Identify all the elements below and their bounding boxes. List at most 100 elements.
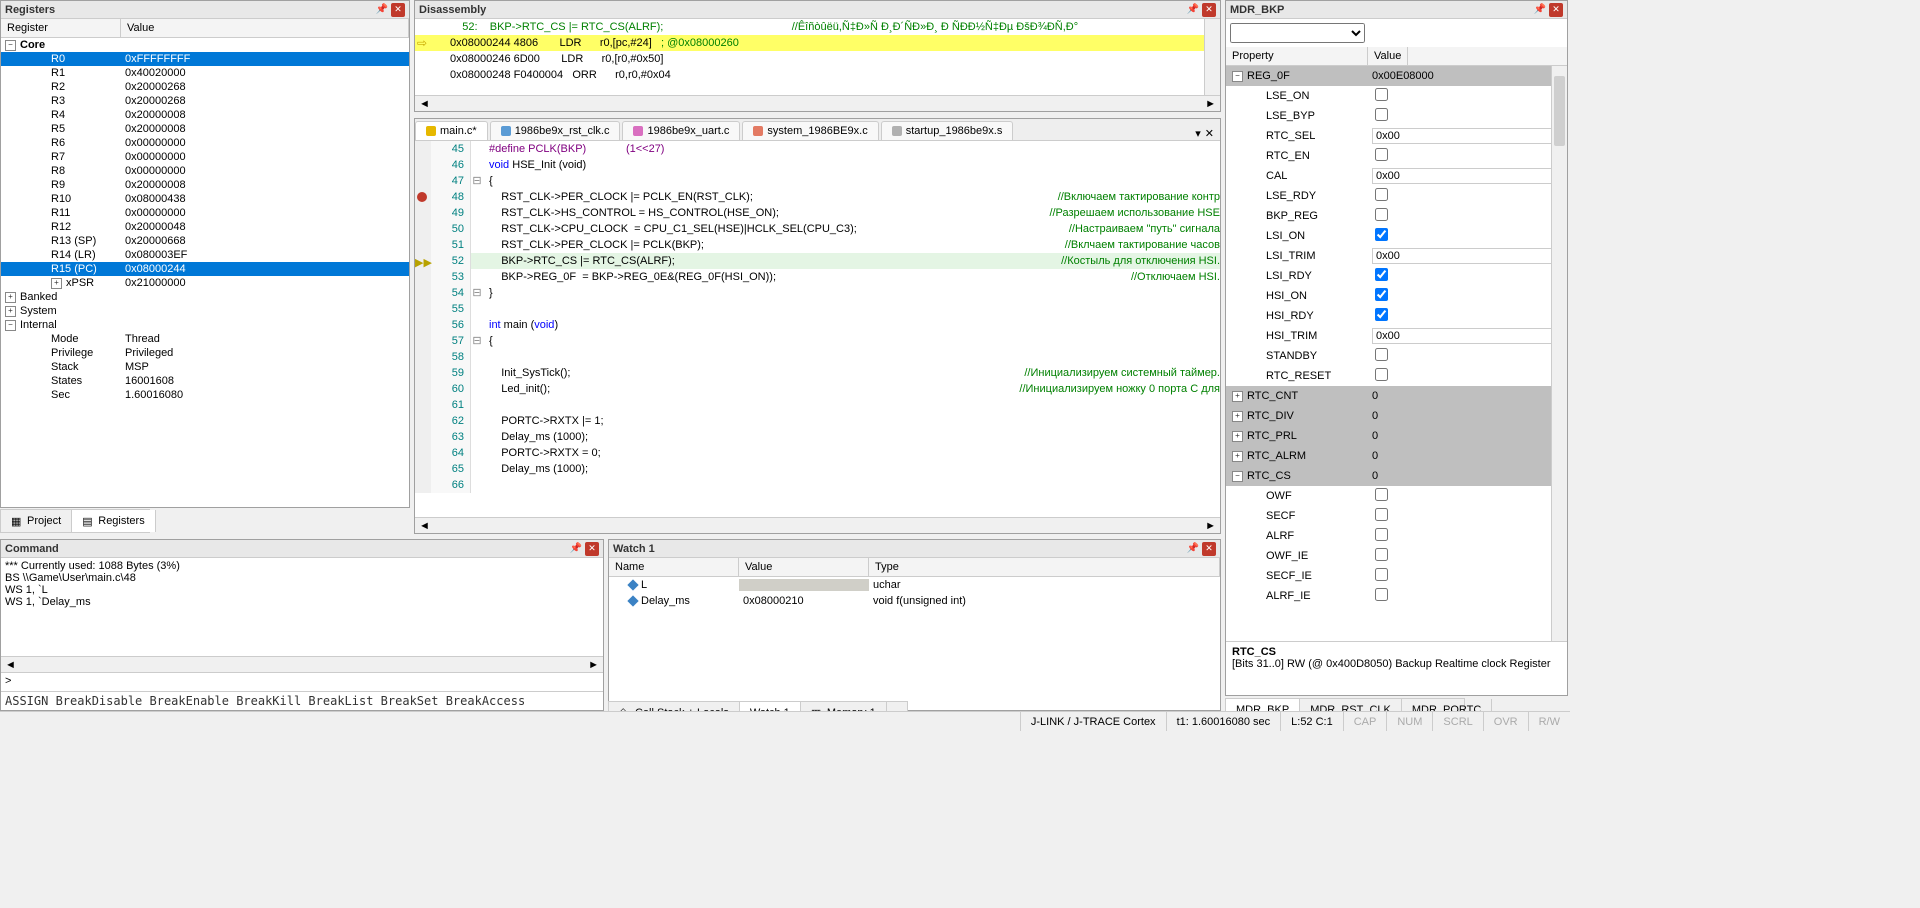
- mdr-value[interactable]: [1368, 168, 1567, 184]
- mdr-property[interactable]: SECF: [1226, 510, 1368, 522]
- mdr-value[interactable]: [1368, 288, 1567, 304]
- register-row[interactable]: + xPSR0x21000000: [1, 276, 409, 290]
- breakpoint-gutter[interactable]: [415, 269, 431, 285]
- toggle-icon[interactable]: −: [5, 320, 16, 331]
- register-value[interactable]: 0x20000008: [121, 109, 409, 121]
- close-icon[interactable]: ✕: [1549, 3, 1563, 17]
- mdrbkp-body[interactable]: − REG_0F0x00E08000LSE_ONLSE_BYPRTC_SELRT…: [1226, 66, 1567, 641]
- mdr-property[interactable]: LSI_ON: [1226, 230, 1368, 242]
- mdr-row[interactable]: SECF_IE: [1226, 566, 1567, 586]
- mdr-row[interactable]: RTC_EN: [1226, 146, 1567, 166]
- fold-gutter[interactable]: [471, 413, 483, 429]
- mdr-row[interactable]: LSE_BYP: [1226, 106, 1567, 126]
- tree-group-core[interactable]: −Core: [1, 39, 121, 51]
- mdr-row[interactable]: LSI_RDY: [1226, 266, 1567, 286]
- mdr-row[interactable]: + RTC_DIV0: [1226, 406, 1567, 426]
- fold-gutter[interactable]: [471, 397, 483, 413]
- disasm-line[interactable]: 0x08000248 F0400004 ORR r0,r0,#0x04: [415, 67, 1220, 83]
- fold-gutter[interactable]: [471, 477, 483, 493]
- code-line[interactable]: 59 Init_SysTick();//Инициализируем систе…: [415, 365, 1220, 381]
- register-name[interactable]: R13 (SP): [1, 235, 121, 247]
- code-line[interactable]: 47⊟{: [415, 173, 1220, 189]
- code-line[interactable]: 53 BKP->REG_0F = BKP->REG_0E&(REG_0F(HSI…: [415, 269, 1220, 285]
- register-row[interactable]: R90x20000008: [1, 178, 409, 192]
- register-name[interactable]: R2: [1, 81, 121, 93]
- register-value[interactable]: 0x20000268: [121, 81, 409, 93]
- breakpoint-gutter[interactable]: [415, 205, 431, 221]
- fold-gutter[interactable]: ⊟: [471, 333, 483, 349]
- watch-value[interactable]: 0x08000210: [739, 595, 869, 607]
- register-row[interactable]: R14 (LR)0x080003EF: [1, 248, 409, 262]
- col-register[interactable]: Register: [1, 19, 121, 37]
- mdr-property[interactable]: + RTC_CNT: [1226, 390, 1368, 402]
- register-row[interactable]: R30x20000268: [1, 94, 409, 108]
- mdr-property[interactable]: RTC_RESET: [1226, 370, 1368, 382]
- mdr-checkbox[interactable]: [1375, 548, 1388, 561]
- register-row[interactable]: R13 (SP)0x20000668: [1, 234, 409, 248]
- register-row[interactable]: R15 (PC)0x08000244: [1, 262, 409, 276]
- mdr-property[interactable]: HSI_TRIM: [1226, 330, 1368, 342]
- mdr-row[interactable]: + RTC_ALRM0: [1226, 446, 1567, 466]
- toggle-icon[interactable]: −: [1232, 471, 1243, 482]
- mdr-value[interactable]: [1368, 188, 1567, 204]
- col-value[interactable]: Value: [739, 558, 869, 576]
- close-icon[interactable]: ✕: [391, 3, 405, 17]
- mdrbkp-select[interactable]: [1230, 23, 1365, 43]
- register-value[interactable]: 0x20000048: [121, 221, 409, 233]
- register-value[interactable]: 0x20000668: [121, 235, 409, 247]
- tree-group[interactable]: − Internal: [1, 319, 121, 331]
- mdr-property[interactable]: + RTC_DIV: [1226, 410, 1368, 422]
- register-row[interactable]: R00xFFFFFFFF: [1, 52, 409, 66]
- code-line[interactable]: 50 RST_CLK->CPU_CLOCK = CPU_C1_SEL(HSE)|…: [415, 221, 1220, 237]
- mdr-property[interactable]: CAL: [1226, 170, 1368, 182]
- code-line[interactable]: 54⊟}: [415, 285, 1220, 301]
- register-name[interactable]: R15 (PC): [1, 263, 121, 275]
- breakpoint-gutter[interactable]: [415, 285, 431, 301]
- fold-gutter[interactable]: [471, 349, 483, 365]
- mdr-checkbox[interactable]: [1375, 88, 1388, 101]
- breakpoint-gutter[interactable]: [415, 445, 431, 461]
- pin-icon[interactable]: 📌: [569, 542, 583, 556]
- mdr-value[interactable]: [1368, 128, 1567, 144]
- col-name[interactable]: Name: [609, 558, 739, 576]
- mdr-value[interactable]: [1368, 208, 1567, 224]
- fold-gutter[interactable]: ⊟: [471, 285, 483, 301]
- fold-gutter[interactable]: [471, 253, 483, 269]
- mdr-row[interactable]: ALRF: [1226, 526, 1567, 546]
- register-value[interactable]: 0x00000000: [121, 137, 409, 149]
- tree-group[interactable]: + Banked: [1, 291, 121, 303]
- mdr-value[interactable]: 0: [1368, 430, 1567, 442]
- code-line[interactable]: 60 Led_init();//Инициализируем ножку 0 п…: [415, 381, 1220, 397]
- pin-icon[interactable]: 📌: [1533, 3, 1547, 17]
- fold-gutter[interactable]: [471, 157, 483, 173]
- fold-gutter[interactable]: ⊟: [471, 173, 483, 189]
- mdr-row[interactable]: OWF_IE: [1226, 546, 1567, 566]
- mdr-row[interactable]: HSI_ON: [1226, 286, 1567, 306]
- mdr-value[interactable]: [1368, 308, 1567, 324]
- mdr-checkbox[interactable]: [1375, 268, 1388, 281]
- breakpoint-gutter[interactable]: [415, 317, 431, 333]
- mdr-value[interactable]: [1368, 528, 1567, 544]
- mdr-value[interactable]: [1368, 568, 1567, 584]
- mdr-checkbox[interactable]: [1375, 288, 1388, 301]
- mdr-checkbox[interactable]: [1375, 188, 1388, 201]
- mdr-property[interactable]: LSI_TRIM: [1226, 250, 1368, 262]
- scrollbar-vertical[interactable]: [1551, 66, 1567, 641]
- code-line[interactable]: 55: [415, 301, 1220, 317]
- breakpoint-gutter[interactable]: [415, 141, 431, 157]
- register-name[interactable]: R9: [1, 179, 121, 191]
- register-row[interactable]: R40x20000008: [1, 108, 409, 122]
- fold-gutter[interactable]: [471, 365, 483, 381]
- mdr-property[interactable]: HSI_RDY: [1226, 310, 1368, 322]
- fold-gutter[interactable]: [471, 429, 483, 445]
- close-icon[interactable]: ✕: [585, 542, 599, 556]
- breakpoint-gutter[interactable]: [415, 381, 431, 397]
- register-value[interactable]: 0x20000008: [121, 123, 409, 135]
- mdr-value[interactable]: [1368, 148, 1567, 164]
- register-name[interactable]: R1: [1, 67, 121, 79]
- mdr-checkbox[interactable]: [1375, 228, 1388, 241]
- file-tab[interactable]: 1986be9x_uart.c: [622, 121, 740, 140]
- mdr-value[interactable]: [1368, 548, 1567, 564]
- tree-group[interactable]: + System: [1, 305, 121, 317]
- breakpoint-gutter[interactable]: [415, 397, 431, 413]
